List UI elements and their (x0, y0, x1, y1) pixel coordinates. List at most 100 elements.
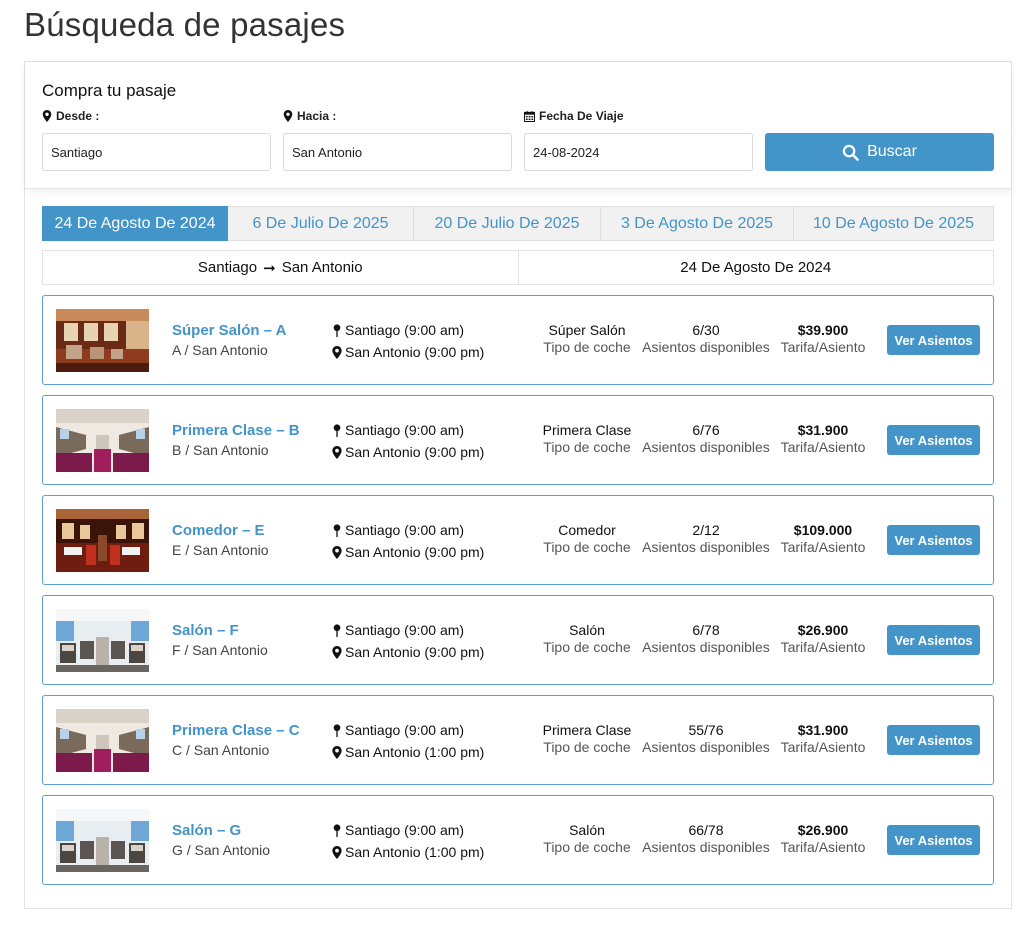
from-input[interactable] (42, 133, 271, 171)
tab-date-4[interactable]: 3 De Agosto De 2025 (601, 206, 794, 241)
map-marker-icon (332, 745, 342, 759)
search-button[interactable]: Buscar (765, 133, 994, 171)
seats-label: Asientos disponibles (642, 439, 770, 455)
car-type-label: Tipo de coche (543, 739, 631, 755)
seats-available: 2/12 Asientos disponibles (640, 522, 772, 556)
fare-label: Tarifa/Asiento (780, 439, 866, 455)
map-marker-icon (42, 110, 52, 122)
salon-car-photo (56, 809, 149, 872)
arrival-text: San Antonio (9:00 pm) (345, 544, 485, 560)
departure-text: Santiago (9:00 am) (345, 422, 465, 438)
to-label: Hacia : (283, 109, 336, 123)
car-type-label: Tipo de coche (543, 539, 631, 555)
trip-card-2: Primera Clase – B B / San Antonio Santia… (42, 395, 994, 485)
car-name[interactable]: Primera Clase – C (172, 722, 300, 739)
car-type: Primera Clase Tipo de coche (537, 722, 637, 756)
car-type-label: Tipo de coche (543, 639, 631, 655)
arrival: San Antonio (9:00 pm) (332, 444, 484, 460)
to-label-text: Hacia : (297, 109, 337, 123)
car-type: Comedor Tipo de coche (537, 522, 637, 556)
tab-date-5[interactable]: 10 De Agosto De 2025 (794, 206, 994, 241)
booking-panel: Compra tu pasaje Desde : Hacia : Fecha D… (24, 61, 1012, 909)
departure: Santiago (9:00 am) (332, 822, 464, 838)
fare-value: $31.900 (797, 722, 849, 738)
tab-date-3[interactable]: 20 De Julio De 2025 (414, 206, 601, 241)
car-type-value: Súper Salón (548, 322, 626, 338)
fare-label: Tarifa/Asiento (780, 639, 866, 655)
arrival: San Antonio (9:00 pm) (332, 544, 484, 560)
arrival-text: San Antonio (9:00 pm) (345, 644, 485, 660)
car-route-code: A / San Antonio (172, 342, 268, 358)
car-type-value: Comedor (558, 522, 616, 538)
departure: Santiago (9:00 am) (332, 422, 464, 438)
departure-text: Santiago (9:00 am) (345, 522, 465, 538)
arrival: San Antonio (9:00 pm) (332, 344, 484, 360)
from-label: Desde : (42, 109, 99, 123)
departure: Santiago (9:00 am) (332, 722, 464, 738)
fare-value: $26.900 (797, 622, 849, 638)
car-route-code: E / San Antonio (172, 542, 269, 558)
seats-label: Asientos disponibles (642, 839, 770, 855)
search-icon (842, 144, 859, 161)
fare-label: Tarifa/Asiento (780, 539, 866, 555)
car-name[interactable]: Salón – F (172, 622, 239, 639)
arrival-text: San Antonio (1:00 pm) (345, 744, 485, 760)
route-destination: San Antonio (281, 259, 363, 276)
car-route-code: G / San Antonio (172, 842, 271, 858)
car-type-label: Tipo de coche (543, 839, 631, 855)
search-form: Compra tu pasaje Desde : Hacia : Fecha D… (25, 62, 1011, 189)
view-seats-button[interactable]: Ver Asientos (887, 425, 980, 455)
seats-label: Asientos disponibles (642, 639, 770, 655)
seats-available: 55/76 Asientos disponibles (640, 722, 772, 756)
arrow-right-icon: ➞ (263, 259, 276, 277)
pin-icon (333, 823, 341, 837)
view-seats-button[interactable]: Ver Asientos (887, 325, 980, 355)
arrival-text: San Antonio (9:00 pm) (345, 344, 485, 360)
car-name[interactable]: Súper Salón – A (172, 322, 286, 339)
seats-value: 55/76 (688, 722, 724, 738)
date-label: Fecha De Viaje (524, 109, 624, 123)
seats-value: 2/12 (692, 522, 720, 538)
car-type: Salón Tipo de coche (537, 822, 637, 856)
view-seats-button[interactable]: Ver Asientos (887, 625, 980, 655)
pin-icon (333, 623, 341, 637)
pin-icon (333, 723, 341, 737)
map-marker-icon (332, 845, 342, 859)
trip-card-3: Comedor – E E / San Antonio Santiago (9:… (42, 495, 994, 585)
map-marker-icon (332, 445, 342, 459)
fare-label: Tarifa/Asiento (780, 739, 866, 755)
car-type-value: Primera Clase (542, 422, 632, 438)
view-seats-button[interactable]: Ver Asientos (887, 825, 980, 855)
wood-salon-car-photo (56, 309, 149, 372)
fare: $31.900 Tarifa/Asiento (779, 422, 867, 456)
car-type-value: Primera Clase (542, 722, 632, 738)
search-heading: Compra tu pasaje (42, 81, 177, 100)
car-name[interactable]: Salón – G (172, 822, 241, 839)
trip-card-4: Salón – F F / San Antonio Santiago (9:00… (42, 595, 994, 685)
date-input[interactable] (524, 133, 753, 171)
page-title: Búsqueda de pasajes (24, 6, 346, 43)
car-name[interactable]: Comedor – E (172, 522, 265, 539)
search-button-label: Buscar (867, 143, 917, 160)
pin-icon (333, 523, 341, 537)
seats-value: 66/78 (688, 822, 724, 838)
car-type-value: Salón (569, 622, 605, 638)
fare-value: $39.900 (797, 322, 849, 338)
to-input[interactable] (283, 133, 512, 171)
from-label-text: Desde : (56, 109, 100, 123)
seats-value: 6/30 (692, 322, 720, 338)
calendar-icon (524, 110, 535, 122)
fare: $26.900 Tarifa/Asiento (779, 822, 867, 856)
fare-value: $26.900 (797, 822, 849, 838)
car-name[interactable]: Primera Clase – B (172, 422, 300, 439)
tab-date-2[interactable]: 6 De Julio De 2025 (228, 206, 414, 241)
date-tabs: 24 De Agosto De 2024 6 De Julio De 2025 … (42, 206, 994, 241)
map-marker-icon (332, 645, 342, 659)
arrival-text: San Antonio (9:00 pm) (345, 444, 485, 460)
view-seats-button[interactable]: Ver Asientos (887, 525, 980, 555)
view-seats-button[interactable]: Ver Asientos (887, 725, 980, 755)
seats-available: 6/78 Asientos disponibles (640, 622, 772, 656)
car-type-label: Tipo de coche (543, 439, 631, 455)
tab-date-1[interactable]: 24 De Agosto De 2024 (42, 206, 228, 241)
fare-value: $31.900 (797, 422, 849, 438)
